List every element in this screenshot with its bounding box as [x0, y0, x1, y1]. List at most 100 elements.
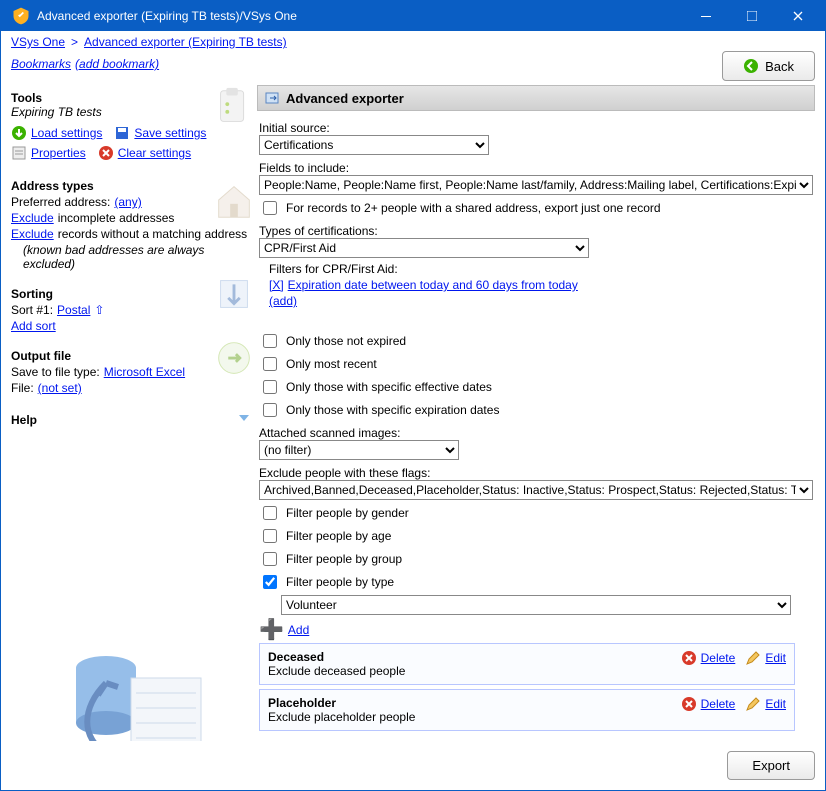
filter-group-label: Filter people by group — [286, 552, 402, 566]
rule-title: Deceased — [268, 650, 681, 664]
only-not-expired-checkbox[interactable] — [263, 334, 277, 348]
type-select[interactable]: Volunteer — [281, 595, 791, 615]
attached-select[interactable]: (no filter) — [259, 440, 459, 460]
exporter-icon — [264, 90, 280, 106]
panel-title: Advanced exporter — [286, 91, 404, 106]
back-label: Back — [765, 59, 794, 74]
exclude-nomatch-link[interactable]: Exclude — [11, 227, 54, 241]
filter-remove-link[interactable]: [X] — [269, 278, 284, 292]
maximize-button[interactable] — [729, 1, 775, 31]
breadcrumb: VSys One > Advanced exporter (Expiring T… — [1, 31, 825, 51]
export-button[interactable]: Export — [727, 751, 815, 780]
only-most-recent-label: Only most recent — [286, 357, 377, 371]
properties-icon — [11, 145, 27, 161]
exclude-incomplete-link[interactable]: Exclude — [11, 211, 54, 225]
fields-select[interactable]: People:Name, People:Name first, People:N… — [259, 175, 813, 195]
chevron-down-icon[interactable] — [237, 411, 251, 428]
output-type-value[interactable]: Microsoft Excel — [104, 365, 185, 379]
app-icon — [11, 6, 31, 26]
shared-address-checkbox[interactable] — [263, 201, 277, 215]
edit-icon — [745, 650, 761, 666]
back-button[interactable]: Back — [722, 51, 815, 81]
add-sort-link[interactable]: Add sort — [11, 319, 56, 333]
clear-settings-link[interactable]: Clear settings — [118, 146, 191, 160]
back-icon — [743, 58, 759, 74]
bookmarks-bar: Bookmarks (add bookmark) — [11, 51, 159, 71]
filter-text-link[interactable]: Expiration date between today and 60 day… — [288, 278, 578, 292]
only-exp-label: Only those with specific expiration date… — [286, 403, 499, 417]
filter-gender-label: Filter people by gender — [286, 506, 409, 520]
delete-icon — [681, 696, 697, 712]
load-settings-link[interactable]: Load settings — [31, 126, 102, 140]
add-bookmark-link[interactable]: (add bookmark) — [75, 57, 159, 71]
shared-address-label: For records to 2+ people with a shared a… — [286, 201, 661, 215]
save-icon — [114, 125, 130, 141]
save-settings-link[interactable]: Save settings — [134, 126, 206, 140]
output-file-label: File: — [11, 381, 34, 395]
types-label: Types of certifications: — [259, 224, 813, 238]
initial-source-select[interactable]: Certifications — [259, 135, 489, 155]
filter-group-checkbox[interactable] — [263, 552, 277, 566]
help-head[interactable]: Help — [11, 413, 237, 427]
delete-icon — [681, 650, 697, 666]
rule-card: PlaceholderExclude placeholder people Del… — [259, 689, 795, 731]
rule-title: Placeholder — [268, 696, 681, 710]
load-icon — [11, 125, 27, 141]
rule-card: DeceasedExclude deceased people Delete Edi… — [259, 643, 795, 685]
sort-icon — [211, 271, 257, 317]
rule-desc: Exclude placeholder people — [268, 710, 681, 724]
output-icon — [211, 335, 257, 381]
output-type-label: Save to file type: — [11, 365, 100, 379]
filter-type-label: Filter people by type — [286, 575, 394, 589]
exclude-nomatch-text: records without a matching address — [58, 227, 247, 241]
initial-source-label: Initial source: — [259, 121, 813, 135]
exclude-incomplete-text: incomplete addresses — [58, 211, 175, 225]
title-bar: Advanced exporter (Expiring TB tests)/VS… — [1, 1, 825, 31]
only-eff-checkbox[interactable] — [263, 380, 277, 394]
breadcrumb-current[interactable]: Advanced exporter (Expiring TB tests) — [84, 35, 287, 49]
filter-type-checkbox[interactable] — [263, 575, 277, 589]
edit-link[interactable]: Edit — [765, 697, 786, 711]
clear-icon — [98, 145, 114, 161]
main-panel: Advanced exporter Initial source: Certif… — [257, 85, 815, 741]
minimize-button[interactable] — [683, 1, 729, 31]
breadcrumb-root[interactable]: VSys One — [11, 35, 65, 49]
properties-link[interactable]: Properties — [31, 146, 86, 160]
address-note: (known bad addresses are always excluded… — [23, 243, 251, 271]
delete-link[interactable]: Delete — [701, 651, 736, 665]
panel-header: Advanced exporter — [257, 85, 815, 111]
only-most-recent-checkbox[interactable] — [263, 357, 277, 371]
plus-icon: ➕ — [259, 623, 284, 637]
filter-age-label: Filter people by age — [286, 529, 391, 543]
export-label: Export — [752, 758, 790, 773]
exclude-flags-label: Exclude people with these flags: — [259, 466, 813, 480]
filter-age-checkbox[interactable] — [263, 529, 277, 543]
filter-gender-checkbox[interactable] — [263, 506, 277, 520]
only-not-expired-label: Only those not expired — [286, 334, 406, 348]
chevron-right-icon: > — [71, 35, 78, 49]
close-button[interactable] — [775, 1, 821, 31]
rule-desc: Exclude deceased people — [268, 664, 681, 678]
edit-link[interactable]: Edit — [765, 651, 786, 665]
sort-up-icon: ⇧ — [94, 303, 104, 317]
tools-icon — [211, 85, 257, 131]
only-eff-label: Only those with specific effective dates — [286, 380, 492, 394]
window-title: Advanced exporter (Expiring TB tests)/VS… — [37, 9, 683, 23]
types-select[interactable]: CPR/First Aid — [259, 238, 589, 258]
sort1-value[interactable]: Postal — [57, 303, 90, 317]
filters-header: Filters for CPR/First Aid: — [269, 262, 813, 276]
pref-addr-value[interactable]: (any) — [114, 195, 141, 209]
sidebar: Tools Expiring TB tests Load settings Sa… — [11, 85, 257, 741]
delete-link[interactable]: Delete — [701, 697, 736, 711]
output-file-value[interactable]: (not set) — [38, 381, 82, 395]
fields-label: Fields to include: — [259, 161, 813, 175]
address-icon — [211, 177, 257, 223]
bookmarks-link[interactable]: Bookmarks — [11, 57, 71, 71]
filter-add-link[interactable]: (add) — [269, 294, 297, 308]
pref-addr-label: Preferred address: — [11, 195, 110, 209]
edit-icon — [745, 696, 761, 712]
only-exp-checkbox[interactable] — [263, 403, 277, 417]
decorative-database-icon — [51, 628, 211, 741]
add-rule-link[interactable]: Add — [288, 623, 309, 637]
exclude-flags-select[interactable]: Archived,Banned,Deceased,Placeholder,Sta… — [259, 480, 813, 500]
